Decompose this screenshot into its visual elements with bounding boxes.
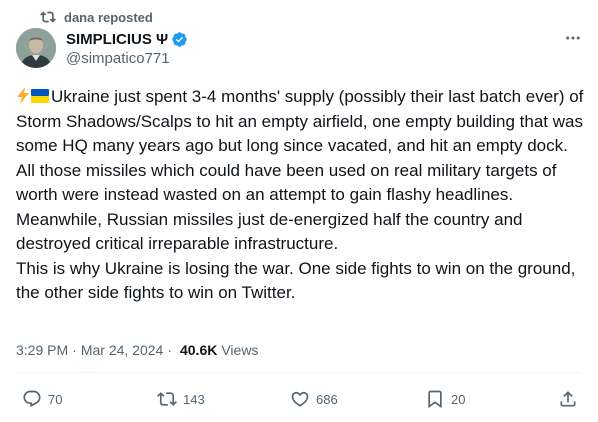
author-name-row[interactable]: SIMPLICIUS Ψ bbox=[66, 30, 188, 48]
lightning-icon bbox=[16, 87, 30, 104]
tweet-line-2: All those missiles which could have been… bbox=[16, 160, 562, 205]
verified-badge-icon bbox=[171, 31, 188, 48]
repost-label: dana reposted bbox=[64, 9, 153, 25]
bookmark-count: 20 bbox=[451, 391, 466, 407]
author-handle[interactable]: @simpatico771 bbox=[66, 50, 170, 67]
tweet-date[interactable]: Mar 24, 2024 bbox=[81, 342, 164, 358]
ukraine-flag-icon bbox=[31, 86, 49, 103]
views-label: Views bbox=[221, 342, 259, 358]
retweet-icon bbox=[157, 389, 177, 409]
heart-icon bbox=[290, 389, 310, 409]
tweet-line-4: This is why Ukraine is losing the war. O… bbox=[16, 258, 581, 303]
bookmark-button[interactable]: 20 bbox=[425, 389, 465, 409]
tweet-line-1: Ukraine just spent 3-4 months' supply (p… bbox=[16, 87, 589, 155]
reply-button[interactable]: 70 bbox=[22, 389, 62, 409]
repost-header[interactable]: dana reposted bbox=[40, 9, 153, 25]
tweet-text: Ukraine just spent 3-4 months' supply (p… bbox=[16, 85, 588, 306]
avatar[interactable] bbox=[16, 28, 56, 68]
tweet-meta: 3:29 PM · Mar 24, 2024 · 40.6K Views bbox=[16, 342, 258, 358]
repost-button[interactable]: 143 bbox=[157, 389, 205, 409]
tweet-line-3: Meanwhile, Russian missiles just de-ener… bbox=[16, 209, 528, 254]
views-count: 40.6K bbox=[179, 342, 218, 358]
share-icon bbox=[558, 389, 578, 409]
reply-count: 70 bbox=[48, 391, 63, 407]
divider bbox=[16, 372, 582, 373]
meta-separator-2: · bbox=[167, 342, 172, 358]
reply-icon bbox=[22, 389, 42, 409]
share-button[interactable] bbox=[558, 389, 578, 409]
repost-count: 143 bbox=[183, 391, 205, 407]
more-icon bbox=[564, 29, 582, 52]
like-button[interactable]: 686 bbox=[290, 389, 338, 409]
author-display-name[interactable]: SIMPLICIUS Ψ bbox=[66, 31, 168, 48]
like-count: 686 bbox=[316, 391, 338, 407]
bookmark-icon bbox=[425, 389, 445, 409]
meta-separator: · bbox=[72, 342, 77, 358]
repost-icon bbox=[40, 9, 56, 25]
more-options-button[interactable] bbox=[563, 30, 583, 50]
tweet-time[interactable]: 3:29 PM bbox=[16, 342, 68, 358]
